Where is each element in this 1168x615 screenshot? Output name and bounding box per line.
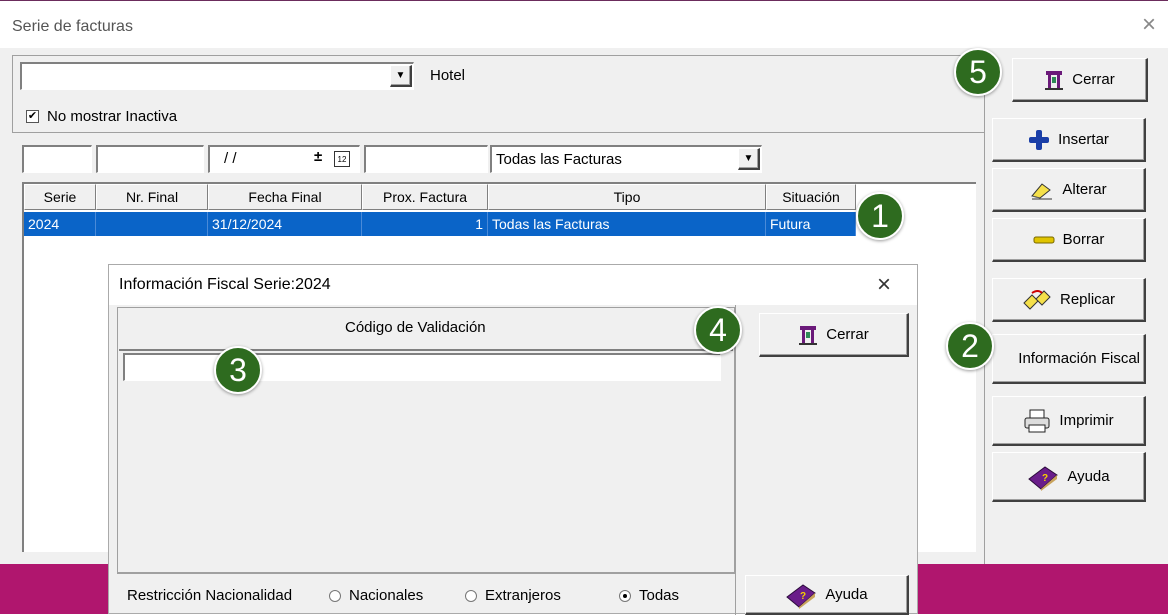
close-icon[interactable]: × [1142, 13, 1156, 37]
filter-prox-factura-input[interactable] [364, 145, 488, 173]
filter-serie-input[interactable] [22, 145, 92, 173]
inactive-checkbox[interactable]: ✔ No mostrar Inactiva [26, 108, 177, 125]
hotel-label: Hotel [430, 67, 466, 84]
radio-extranjeros[interactable]: Extranjeros [465, 587, 561, 604]
filter-nr-final-input[interactable] [96, 145, 204, 173]
right-panel-divider [984, 50, 985, 564]
help-book-icon: ? [785, 581, 817, 609]
dialog-title: Información Fiscal Serie:2024 [119, 276, 331, 293]
col-header-fecha-final[interactable]: Fecha Final [208, 184, 362, 210]
door-exit-icon [798, 324, 818, 346]
radio-nacionales-label: Nacionales [349, 587, 424, 604]
table-cell-prox-factura[interactable]: 1 [362, 212, 488, 236]
svg-text:?: ? [1042, 473, 1048, 484]
edit-button[interactable]: Alterar [992, 168, 1146, 212]
hotel-dropdown-icon[interactable]: ▼ [390, 65, 412, 87]
checkbox-check-icon: ✔ [26, 110, 39, 123]
door-exit-icon [1044, 69, 1064, 91]
badge-5: 5 [954, 48, 1002, 96]
delete-button[interactable]: Borrar [992, 218, 1146, 262]
replicate-icon [1022, 289, 1052, 311]
badge-3: 3 [214, 346, 262, 394]
radio-extranjeros-icon [465, 589, 477, 602]
replicate-button[interactable]: Replicar [992, 278, 1146, 322]
radio-nacionales[interactable]: Nacionales [329, 587, 423, 604]
close-button-label: Cerrar [1072, 71, 1115, 88]
close-button[interactable]: Cerrar [1012, 58, 1148, 102]
title-bar: Serie de facturas × [0, 0, 1168, 48]
filter-date-value: / / [224, 150, 237, 167]
radio-extranjeros-label: Extranjeros [485, 587, 561, 604]
table-cell-serie[interactable]: 2024 [24, 212, 96, 236]
radio-todas[interactable]: Todas [619, 587, 679, 604]
dialog-close-icon[interactable]: × [877, 271, 891, 299]
dialog-close-button-label: Cerrar [826, 326, 869, 343]
dialog-right-divider [735, 305, 736, 615]
badge-1: 1 [856, 192, 904, 240]
col-header-nr-final[interactable]: Nr. Final [96, 184, 208, 210]
minus-icon [1033, 235, 1055, 245]
dialog-help-button[interactable]: ? Ayuda [745, 575, 909, 615]
dialog-help-button-label: Ayuda [825, 586, 868, 603]
table-cell-tipo[interactable]: Todas las Facturas [488, 212, 766, 236]
delete-button-label: Borrar [1062, 231, 1105, 248]
insert-button-label: Insertar [1058, 131, 1109, 148]
replicate-button-label: Replicar [1059, 291, 1116, 308]
restriction-label: Restricción Nacionalidad [127, 587, 293, 604]
validation-panel [117, 307, 735, 573]
fiscal-info-button[interactable]: Información Fiscal [992, 334, 1146, 384]
window-title: Serie de facturas [12, 18, 133, 35]
eraser-pencil-icon [1030, 180, 1054, 200]
col-header-prox-factura[interactable]: Prox. Factura [362, 184, 488, 210]
col-header-tipo[interactable]: Tipo [488, 184, 766, 210]
fiscal-info-button-label: Información Fiscal [1018, 350, 1140, 367]
validation-divider [119, 349, 733, 351]
plus-icon [1028, 129, 1050, 151]
radio-todas-label: Todas [639, 587, 680, 604]
fiscal-info-dialog: Información Fiscal Serie:2024 × Código d… [108, 264, 918, 615]
inactive-checkbox-label: No mostrar Inactiva [47, 108, 178, 125]
table-cell-nr-final[interactable] [96, 212, 208, 236]
invoice-type-value: Todas las Facturas [496, 151, 622, 168]
printer-icon [1023, 408, 1051, 434]
badge-2: 2 [946, 322, 994, 370]
insert-button[interactable]: Insertar [992, 118, 1146, 162]
table-cell-fecha-final[interactable]: 31/12/2024 [208, 212, 362, 236]
print-button[interactable]: Imprimir [992, 396, 1146, 446]
invoice-type-dropdown-icon[interactable]: ▼ [738, 148, 760, 170]
filter-date-input[interactable]: / / ± 12 [208, 145, 360, 173]
col-header-situacion[interactable]: Situación [766, 184, 856, 210]
radio-todas-icon [619, 589, 631, 602]
radio-nacionales-icon [329, 589, 341, 602]
invoice-type-select[interactable]: Todas las Facturas ▼ [490, 145, 762, 173]
help-button[interactable]: ? Ayuda [992, 452, 1146, 502]
svg-text:?: ? [800, 591, 806, 602]
dialog-close-button[interactable]: Cerrar [759, 313, 909, 357]
help-book-icon: ? [1027, 463, 1059, 491]
table-cell-situacion[interactable]: Futura [766, 212, 856, 236]
help-button-label: Ayuda [1067, 468, 1110, 485]
calendar-icon[interactable]: 12 [334, 151, 350, 167]
edit-button-label: Alterar [1062, 181, 1107, 198]
col-header-serie[interactable]: Serie [24, 184, 96, 210]
validation-code-label: Código de Validación [345, 319, 486, 336]
dialog-title-bar: Información Fiscal Serie:2024 × [109, 265, 917, 305]
validation-code-input[interactable] [123, 353, 721, 381]
print-button-label: Imprimir [1059, 412, 1114, 429]
date-spinner-icon[interactable]: ± [314, 148, 322, 165]
hotel-select[interactable]: ▼ [20, 62, 414, 90]
badge-4: 4 [694, 306, 742, 354]
